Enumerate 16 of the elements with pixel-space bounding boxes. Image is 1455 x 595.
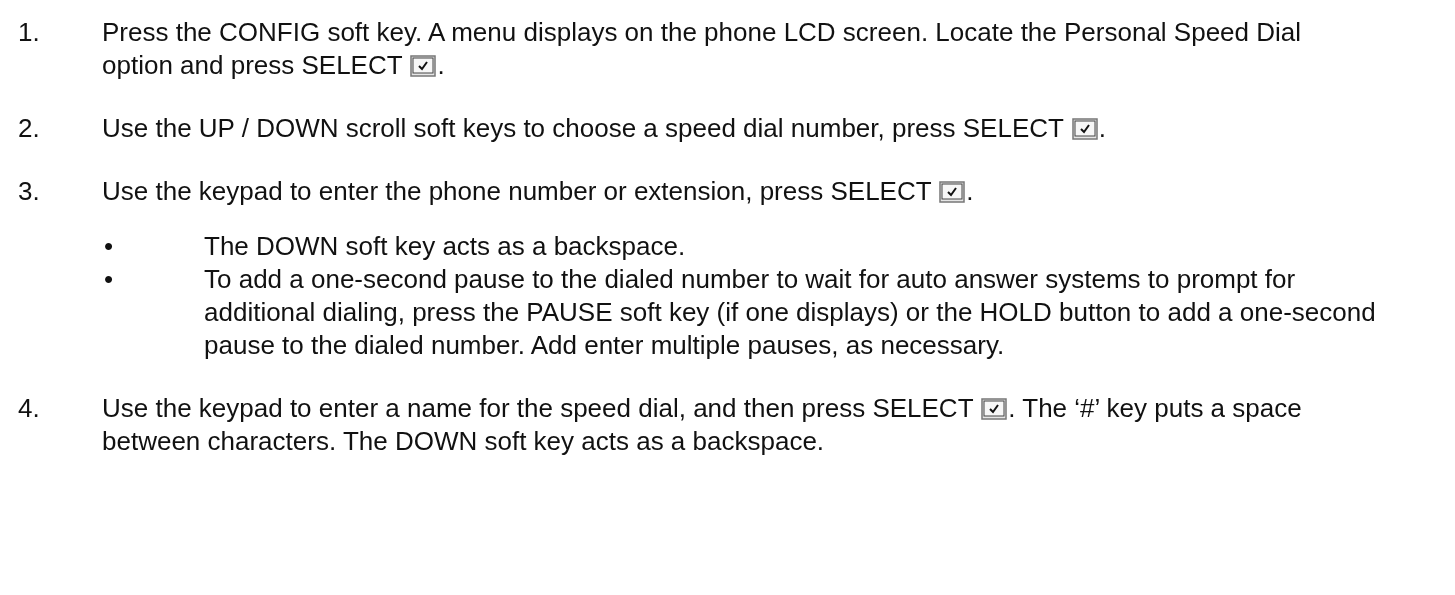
bullet-text: The DOWN soft key acts as a backspace. (204, 230, 686, 263)
step-text: Use the keypad to enter the phone number or extension, press SELECT . (102, 175, 974, 208)
select-key-icon (939, 181, 966, 203)
select-key-icon (410, 55, 437, 77)
step-text: Press the CONFIG soft key. A menu displays on the phone LCD screen. Locate the Personal Speed Dial option and press SELECT . (102, 16, 1303, 82)
select-key-icon (1071, 118, 1098, 140)
step-text: Use the keypad to enter a name for the speed dial, and then press SELECT . The ‘#’ key puts a space between characters. The DOWN soft key acts as a backspace. (102, 392, 1303, 458)
bullet-text: To add a one-second pause to the dialed number to wait for auto answer systems to prompt for additional dialing, press the PAUSE soft key (if one displays) or the HOLD button to add a one-second pause to the dialed number. Add enter multiple pauses, as necessary. (204, 263, 1377, 362)
step-number: 2. (18, 112, 41, 145)
step-number: 4. (18, 392, 41, 425)
bullet-marker: • (103, 263, 115, 296)
bullet-marker: • (103, 230, 115, 263)
step-text: Use the UP / DOWN scroll soft keys to choose a speed dial number, press SELECT . (102, 112, 1106, 145)
select-key-icon (981, 398, 1008, 420)
step-number: 1. (18, 16, 41, 49)
step-number: 3. (18, 175, 41, 208)
